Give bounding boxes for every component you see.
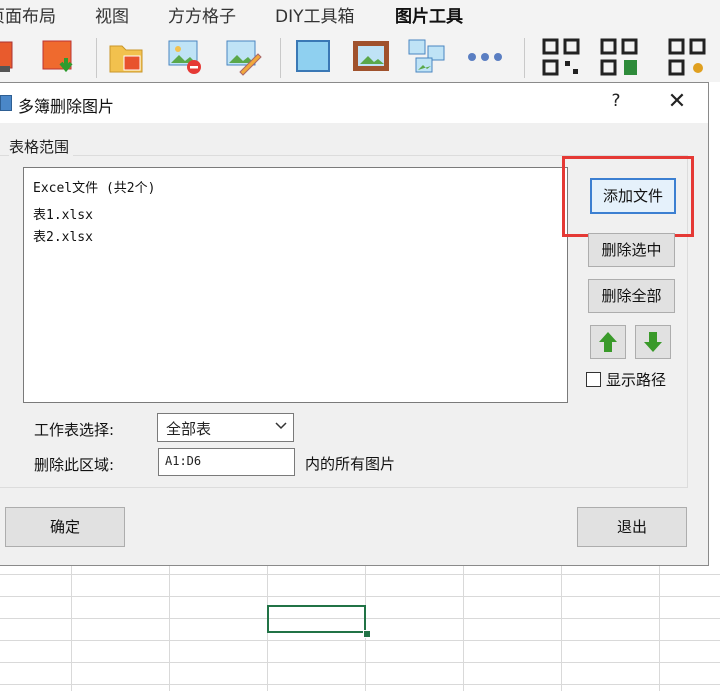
tab-diy-toolbox[interactable]: DIY工具箱 (275, 2, 355, 27)
tab-picture-tools[interactable]: 图片工具 (395, 2, 463, 33)
image-edit-icon[interactable] (224, 38, 262, 76)
show-path-checkbox[interactable] (586, 372, 601, 387)
ribbon-tabs: 页面布局 视图 方方格子 DIY工具箱 图片工具 (0, 0, 720, 33)
delete-all-button[interactable]: 删除全部 (588, 279, 675, 313)
delete-selected-button[interactable]: 删除选中 (588, 233, 675, 267)
fill-handle[interactable] (363, 630, 371, 638)
tab-view[interactable]: 视图 (95, 2, 129, 27)
file-listbox[interactable]: Excel文件 (共2个) 表1.xlsx 表2.xlsx (23, 167, 568, 403)
ok-button[interactable]: 确定 (5, 507, 125, 547)
help-button[interactable]: ? (606, 91, 626, 111)
exit-button[interactable]: 退出 (577, 507, 687, 547)
list-item[interactable]: 表2.xlsx (33, 226, 93, 245)
range-label: 删除此区域: (34, 456, 115, 474)
file-list-header: Excel文件 (共2个) (33, 181, 156, 196)
range-input-value: A1:D6 (165, 454, 202, 468)
move-up-button[interactable] (590, 325, 626, 359)
worksheet-select[interactable]: 全部表 (157, 413, 294, 442)
image-remove-icon[interactable] (166, 38, 204, 76)
framed-picture-icon[interactable] (352, 38, 390, 76)
worksheet-select-value: 全部表 (166, 420, 212, 438)
image-download-icon[interactable] (40, 38, 78, 76)
qr-code-sheet-icon[interactable] (600, 38, 638, 76)
qr-code-icon[interactable] (542, 38, 580, 76)
multiple-images-icon[interactable] (408, 38, 446, 76)
selected-cell[interactable] (267, 605, 366, 633)
more-icon[interactable] (466, 38, 504, 76)
dialog-titlebar[interactable]: 多簿删除图片 ? ✕ (0, 83, 708, 123)
folder-image-icon[interactable] (108, 38, 146, 76)
move-down-button[interactable] (635, 325, 671, 359)
arrow-down-icon (644, 332, 662, 352)
ribbon-toolbar (0, 30, 720, 83)
list-item[interactable]: 表1.xlsx (33, 204, 93, 223)
spreadsheet-edge (709, 82, 720, 566)
tab-page-layout[interactable]: 页面布局 (0, 2, 56, 27)
show-path-label[interactable]: 显示路径 (606, 369, 666, 390)
worksheet-select-label: 工作表选择: (34, 421, 115, 439)
delete-images-dialog: 多簿删除图片 ? ✕ 表格范围 Excel文件 (共2个) 表1.xlsx 表2… (0, 82, 709, 566)
arrow-up-icon (599, 332, 617, 352)
dialog-app-icon (0, 95, 12, 111)
table-range-label: 表格范围 (9, 136, 74, 157)
highlight-box (562, 156, 694, 237)
range-input[interactable]: A1:D6 (158, 448, 295, 476)
dialog-title: 多簿删除图片 (18, 97, 115, 116)
chevron-down-icon (275, 422, 287, 430)
blank-image-icon[interactable] (294, 38, 332, 76)
tab-fangfangezi[interactable]: 方方格子 (168, 2, 236, 27)
image-export-icon[interactable] (0, 38, 20, 76)
close-button[interactable]: ✕ (663, 87, 691, 117)
qr-code-settings-icon[interactable] (668, 38, 706, 76)
range-suffix-label: 内的所有图片 (305, 455, 396, 473)
